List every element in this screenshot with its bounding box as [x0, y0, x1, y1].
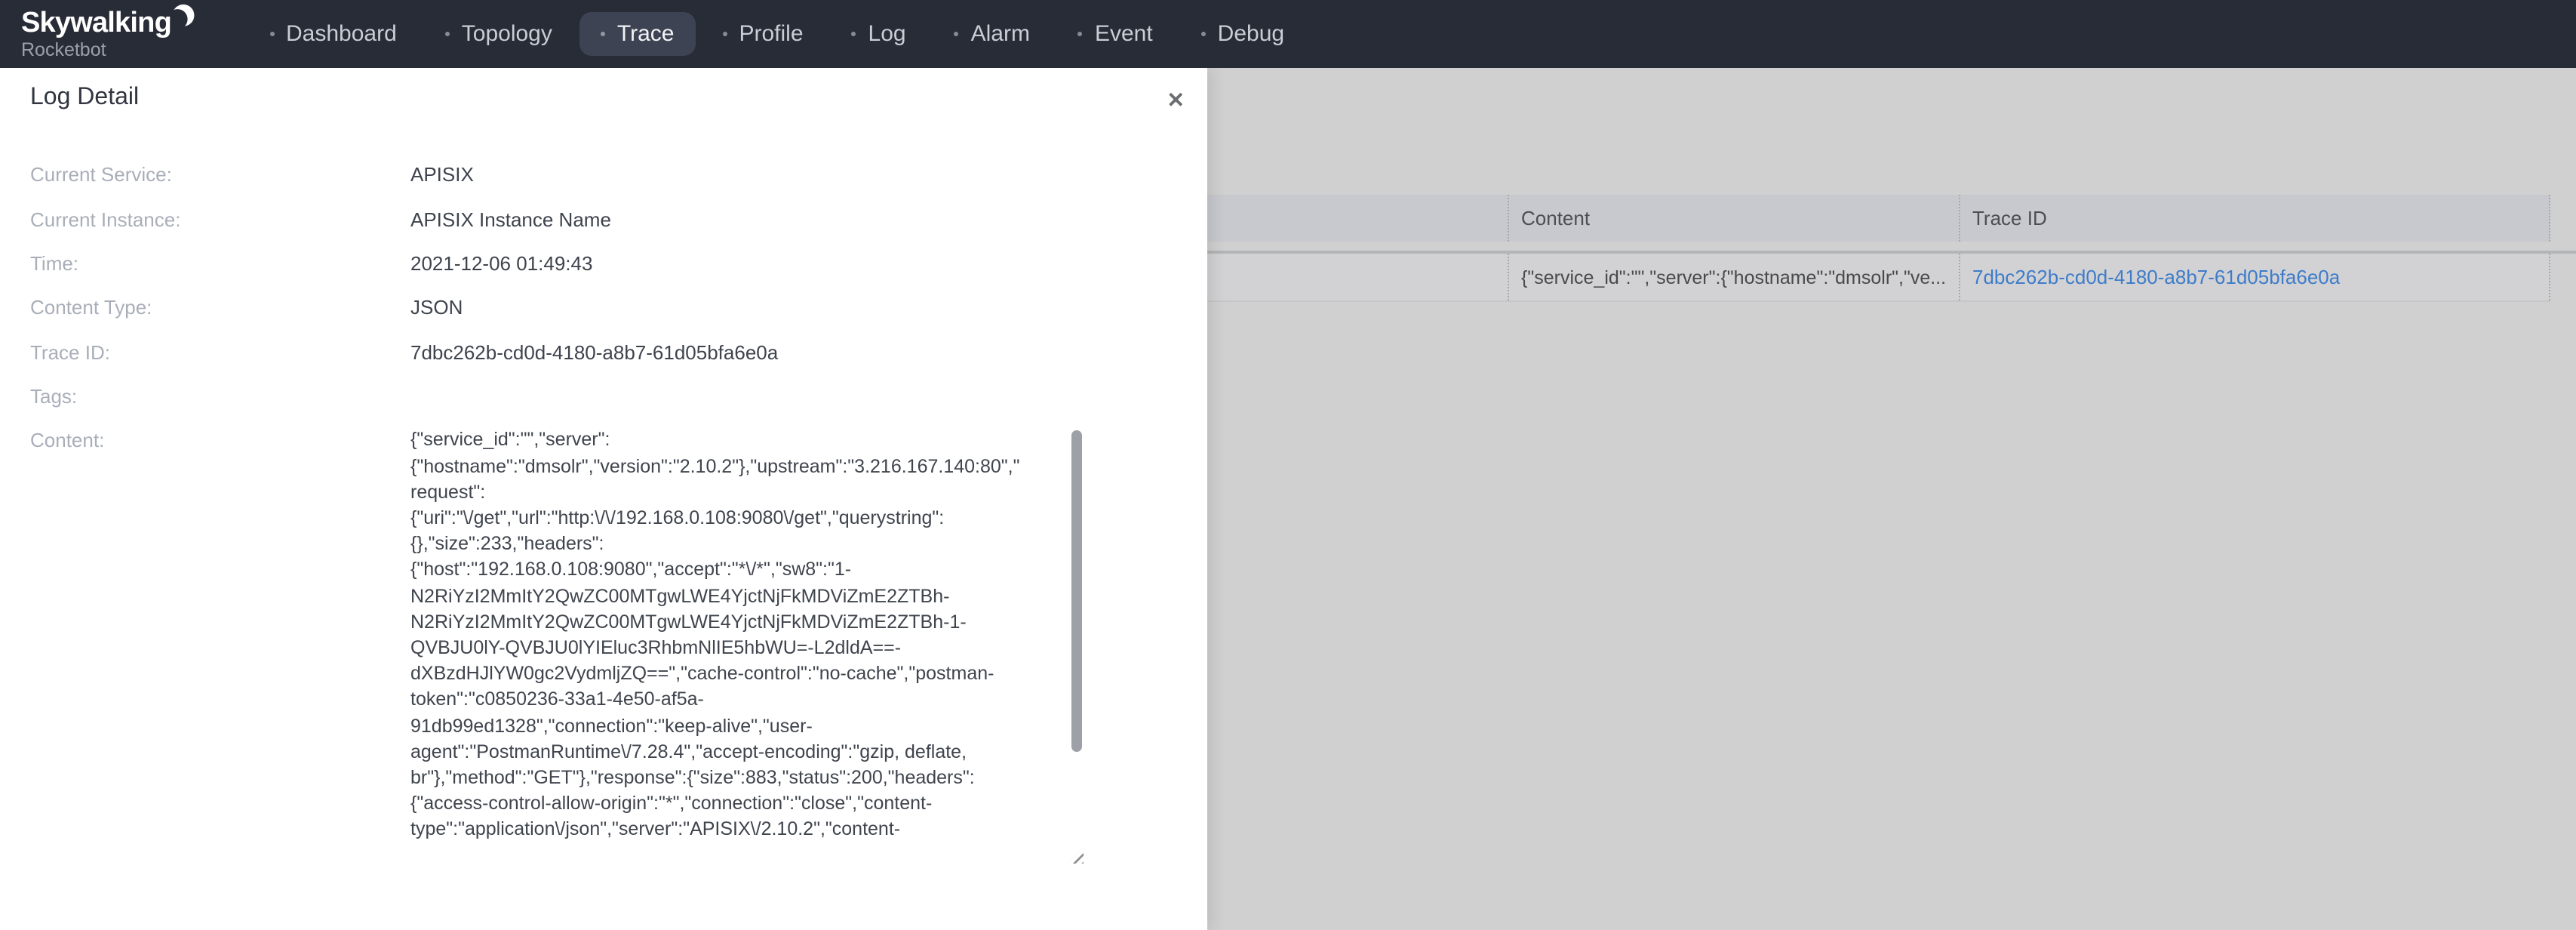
- textarea-scrollbar-thumb[interactable]: [1071, 431, 1082, 753]
- field-value: APISIX: [410, 163, 474, 186]
- nav-item-dot-icon: [1201, 32, 1206, 36]
- nav-item-label: Event: [1095, 23, 1153, 45]
- field-label: Content Type:: [30, 297, 410, 319]
- log-content-textarea[interactable]: {"service_id":"","server": {"hostname":"…: [410, 428, 1084, 861]
- nav-item-log[interactable]: Log: [831, 12, 927, 56]
- log-table-header-content: Content: [1508, 195, 1959, 242]
- nav-item-dot-icon: [601, 32, 605, 36]
- log-detail-dialog: Log Detail ✕ Current Service: APISIX Cur…: [0, 68, 1207, 930]
- brand-title: Skywalking: [21, 9, 171, 38]
- log-row-content-text: {"service_id":"","server":{"hostname":"d…: [1521, 266, 1946, 288]
- nav-item-trace[interactable]: Trace: [579, 12, 696, 56]
- field-value: 7dbc262b-cd0d-4180-a8b7-61d05bfa6e0a: [410, 341, 778, 364]
- nav-menu: Dashboard Topology Trace Profile Log Ala…: [245, 0, 1308, 68]
- field-content: Content: {"service_id":"","server": {"ho…: [0, 419, 1207, 861]
- nav-item-dot-icon: [1078, 32, 1083, 36]
- nav-item-profile[interactable]: Profile: [701, 12, 824, 56]
- nav-item-dot-icon: [269, 32, 274, 36]
- dialog-header: Log Detail ✕: [0, 68, 1207, 125]
- field-label: Tags:: [30, 385, 410, 408]
- field-label: Time:: [30, 252, 410, 275]
- top-nav-bar: Skywalking Rocketbot Dashboard Topology …: [0, 0, 2576, 68]
- nav-item-label: Dashboard: [286, 23, 397, 45]
- field-value: JSON: [410, 297, 463, 319]
- field-current-service: Current Service: APISIX: [0, 152, 1207, 197]
- page: Skywalking Rocketbot Dashboard Topology …: [0, 0, 2576, 930]
- nav-item-dot-icon: [852, 32, 856, 36]
- field-value: 2021-12-06 01:49:43: [410, 252, 592, 275]
- nav-item-dashboard[interactable]: Dashboard: [248, 12, 418, 56]
- log-table-header-trace-id: Trace ID: [1959, 195, 2550, 242]
- nav-item-dot-icon: [445, 32, 450, 36]
- nav-item-label: Profile: [739, 23, 803, 45]
- field-time: Time: 2021-12-06 01:49:43: [0, 242, 1207, 286]
- nav-item-dot-icon: [722, 32, 727, 36]
- field-label: Current Service:: [30, 163, 410, 186]
- field-trace-id: Trace ID: 7dbc262b-cd0d-4180-a8b7-61d05b…: [0, 330, 1207, 374]
- brand-subtitle: Rocketbot: [21, 41, 195, 60]
- nav-item-alarm[interactable]: Alarm: [933, 12, 1051, 56]
- skywalking-logo[interactable]: Skywalking Rocketbot: [21, 9, 195, 60]
- nav-item-debug[interactable]: Debug: [1180, 12, 1305, 56]
- nav-item-label: Trace: [617, 23, 675, 45]
- log-row-trace-id-cell: 7dbc262b-cd0d-4180-a8b7-61d05bfa6e0a: [1959, 254, 2550, 300]
- nav-item-event[interactable]: Event: [1057, 12, 1174, 56]
- field-label: Trace ID:: [30, 341, 410, 364]
- nav-item-label: Debug: [1218, 23, 1284, 45]
- log-detail-fields: Current Service: APISIX Current Instance…: [0, 152, 1207, 861]
- dialog-title: Log Detail: [30, 85, 139, 110]
- nav-item-label: Topology: [462, 23, 552, 45]
- nav-item-dot-icon: [954, 32, 959, 36]
- crescent-moon-icon: [170, 3, 195, 30]
- close-icon[interactable]: ✕: [1164, 86, 1188, 113]
- nav-item-topology[interactable]: Topology: [424, 12, 573, 56]
- log-row-content-cell: {"service_id":"","server":{"hostname":"d…: [1508, 254, 1959, 300]
- content-textarea-container: {"service_id":"","server": {"hostname":"…: [410, 428, 1084, 861]
- nav-item-label: Log: [868, 23, 906, 45]
- field-label: Content:: [30, 419, 410, 463]
- field-content-type: Content Type: JSON: [0, 285, 1207, 330]
- field-value: APISIX Instance Name: [410, 208, 611, 230]
- nav-item-label: Alarm: [971, 23, 1030, 45]
- trace-id-link[interactable]: 7dbc262b-cd0d-4180-a8b7-61d05bfa6e0a: [1972, 266, 2340, 288]
- field-current-instance: Current Instance: APISIX Instance Name: [0, 197, 1207, 242]
- field-label: Current Instance:: [30, 208, 410, 230]
- field-tags: Tags:: [0, 374, 1207, 419]
